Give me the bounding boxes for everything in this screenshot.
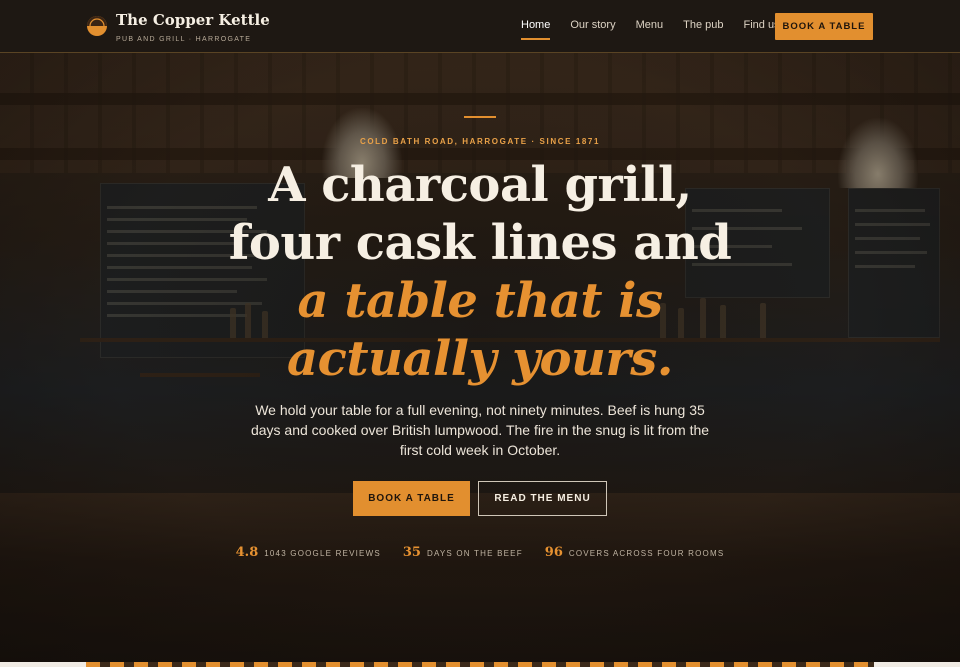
- hero-lede: We hold your table for a full evening, n…: [250, 402, 710, 458]
- headline-line-2: four cask lines and: [228, 215, 732, 271]
- brand-name: The Copper Kettle: [116, 11, 270, 29]
- nav-item-the-pub[interactable]: The pub: [683, 19, 723, 31]
- stat-label: COVERS ACROSS FOUR ROOMS: [568, 549, 725, 558]
- main-nav: Home Our story Menu The pub Find us: [521, 19, 800, 40]
- hero-stats: 4.8 1043 GOOGLE REVIEWS 35 DAYS ON THE B…: [0, 545, 960, 560]
- header-book-table-button[interactable]: BOOK A TABLE: [775, 13, 873, 40]
- stat-beef-ageing: 35 DAYS ON THE BEEF: [403, 545, 523, 560]
- decorative-stripe-band: [86, 662, 874, 667]
- nav-item-home[interactable]: Home: [521, 19, 551, 40]
- book-table-button[interactable]: BOOK A TABLE: [353, 481, 470, 516]
- headline-accent-line-2: actually yours.: [287, 331, 673, 387]
- stat-value: 96: [544, 545, 563, 560]
- stat-covers: 96 COVERS ACROSS FOUR ROOMS: [545, 545, 725, 560]
- hero-eyebrow: COLD BATH ROAD, HARROGATE · SINCE 1871: [359, 137, 601, 146]
- stat-value: 4.8: [235, 545, 259, 560]
- stripe-band-edge: [0, 662, 86, 667]
- read-menu-button[interactable]: READ THE MENU: [478, 481, 607, 516]
- hero-headline: A charcoal grill, four cask lines and a …: [0, 156, 960, 388]
- site-header: The Copper Kettle PUB AND GRILL · HARROG…: [0, 0, 960, 53]
- headline-accent-line-1: a table that is: [297, 273, 663, 329]
- stat-reviews: 4.8 1043 GOOGLE REVIEWS: [236, 545, 381, 560]
- eyebrow-accent-rule: [464, 116, 496, 118]
- stat-label: DAYS ON THE BEEF: [426, 549, 523, 558]
- stat-value: 35: [402, 545, 421, 560]
- copper-kettle-logo-icon: [87, 16, 107, 36]
- headline-line-1: A charcoal grill,: [268, 157, 692, 213]
- brand-tagline: PUB AND GRILL · HARROGATE: [116, 36, 252, 43]
- stat-label: 1043 GOOGLE REVIEWS: [264, 549, 381, 558]
- stripe-band-edge: [874, 662, 960, 667]
- nav-item-menu[interactable]: Menu: [636, 19, 664, 31]
- nav-item-our-story[interactable]: Our story: [570, 19, 615, 31]
